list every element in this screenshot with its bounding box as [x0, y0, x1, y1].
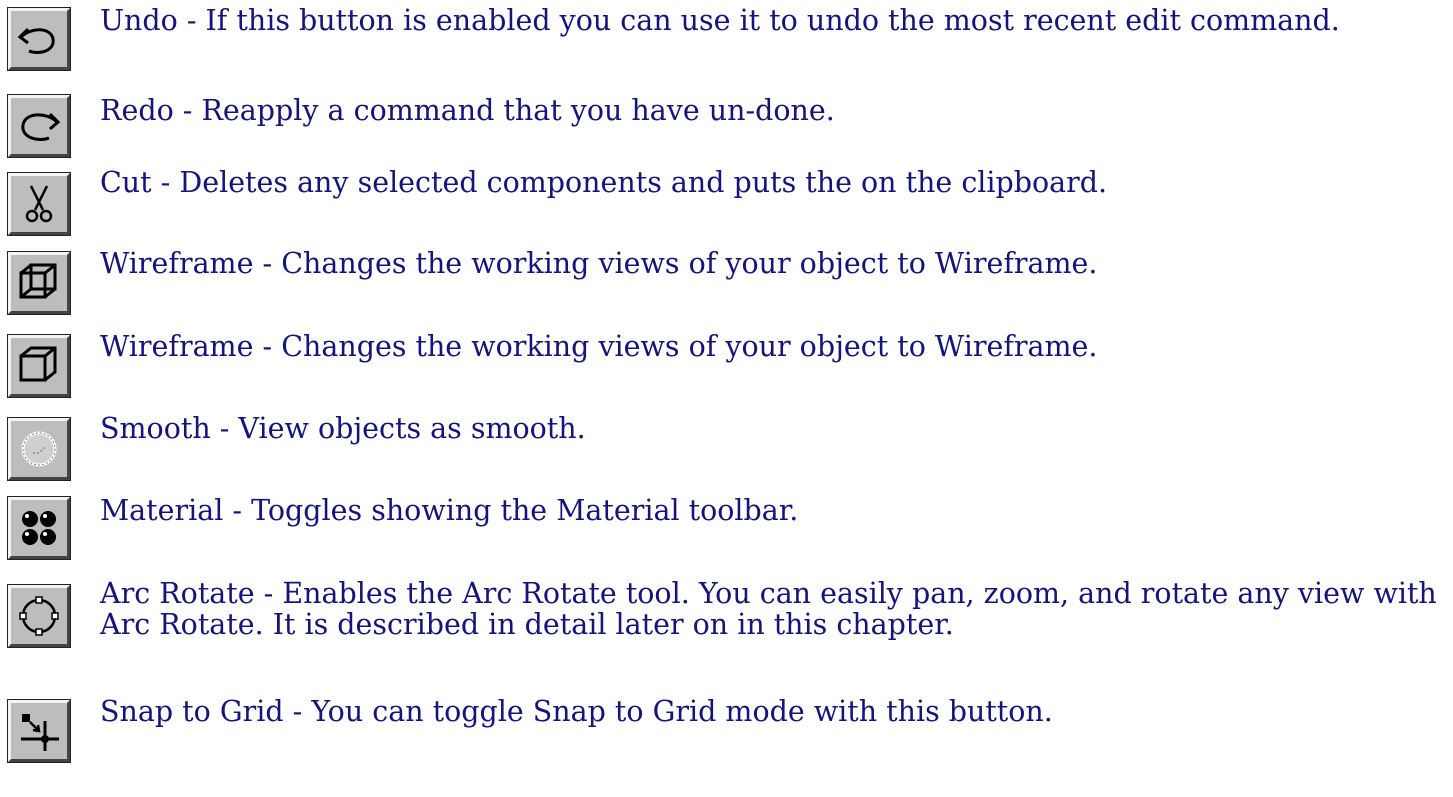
- undo-button[interactable]: [7, 7, 71, 71]
- smooth-button[interactable]: [7, 417, 71, 481]
- arc-rotate-description: Arc Rotate - Enables the Arc Rotate tool…: [100, 577, 1437, 641]
- arc-rotate-button[interactable]: [7, 584, 71, 648]
- undo-description: Undo - If this button is enabled you can…: [100, 4, 1340, 37]
- cut-icon: [25, 185, 53, 223]
- wireframe-solid-icon: [19, 346, 57, 382]
- snap-to-grid-button[interactable]: [7, 699, 71, 763]
- material-description: Material - Toggles showing the Material …: [100, 494, 799, 527]
- undo-icon: [17, 27, 55, 54]
- wireframe-solid-button[interactable]: [7, 334, 71, 398]
- arc-rotate-icon: [19, 596, 59, 636]
- wireframe-button[interactable]: [7, 251, 71, 315]
- snap-to-grid-icon: [21, 714, 59, 751]
- wireframe-solid-description: Wireframe - Changes the working views of…: [100, 330, 1098, 363]
- wireframe-description: Wireframe - Changes the working views of…: [100, 247, 1098, 280]
- smooth-description: Smooth - View objects as smooth.: [100, 412, 586, 445]
- cut-button[interactable]: [7, 172, 71, 236]
- redo-button[interactable]: [7, 94, 71, 158]
- wireframe-icon: [19, 263, 57, 299]
- material-icon: [22, 511, 56, 545]
- redo-icon: [21, 112, 61, 141]
- redo-description: Redo - Reapply a command that you have u…: [100, 94, 835, 127]
- material-button[interactable]: [7, 496, 71, 560]
- snap-to-grid-description: Snap to Grid - You can toggle Snap to Gr…: [100, 695, 1053, 728]
- cut-description: Cut - Deletes any selected components an…: [100, 166, 1108, 199]
- smooth-icon: [21, 431, 57, 467]
